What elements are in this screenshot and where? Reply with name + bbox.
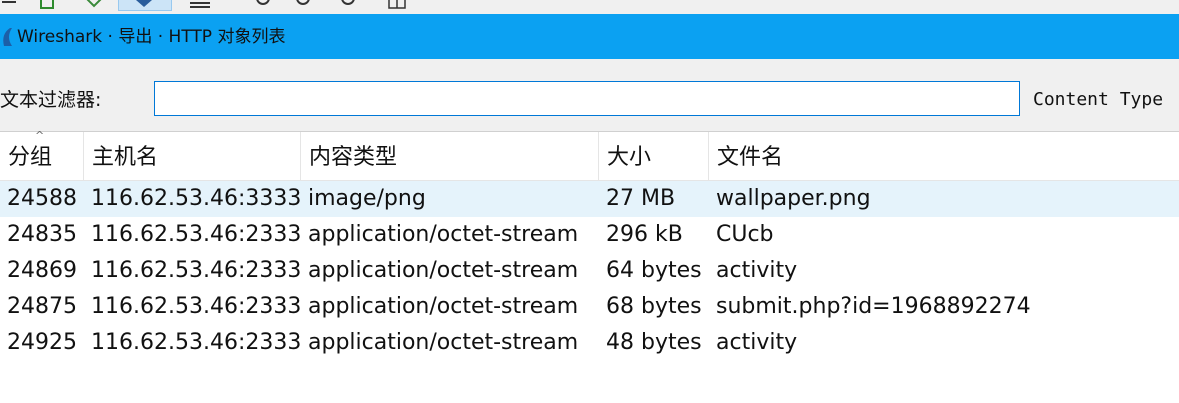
sort-ascending-icon: ^ <box>35 129 45 142</box>
content-type-cell: application/octet-stream <box>308 294 579 319</box>
filename-cell: activity <box>716 258 798 283</box>
hostname-cell: 116.62.53.46:2333 <box>91 294 302 319</box>
table-row[interactable]: 24869 116.62.53.46:2333 application/octe… <box>0 253 1179 289</box>
zoom-reset-icon[interactable] <box>340 0 360 10</box>
content-type-selector[interactable]: Content Type <box>1033 89 1163 111</box>
hostname-cell: 116.62.53.46:3333 <box>91 186 302 211</box>
zoom-out-icon[interactable] <box>295 0 315 10</box>
table-header: ^ 分组 主机名 内容类型 大小 文件名 <box>0 129 1179 181</box>
column-header-label: 文件名 <box>717 145 784 170</box>
wireshark-fin-icon <box>3 28 12 46</box>
list-icon[interactable] <box>188 0 212 10</box>
column-header-content-type[interactable]: 内容类型 <box>301 132 599 180</box>
capture-icon[interactable] <box>132 0 156 10</box>
content-type-cell: application/octet-stream <box>308 330 579 355</box>
hostname-cell: 116.62.53.46:2333 <box>91 222 302 247</box>
menu-icon[interactable] <box>0 0 20 10</box>
column-header-size[interactable]: 大小 <box>599 132 709 180</box>
table-row[interactable]: 24875 116.62.53.46:2333 application/octe… <box>0 289 1179 325</box>
filename-cell: submit.php?id=1968892274 <box>716 294 1031 319</box>
file-open-icon[interactable] <box>38 0 58 10</box>
hostname-cell: 116.62.53.46:2333 <box>91 258 302 283</box>
filename-cell: activity <box>716 330 798 355</box>
dialog-titlebar[interactable]: Wireshark · 导出 · HTTP 对象列表 <box>0 14 1179 59</box>
main-toolbar <box>0 0 1179 14</box>
packet-cell: 24925 <box>7 330 77 355</box>
packet-cell: 24588 <box>7 186 77 211</box>
column-header-label: 内容类型 <box>309 145 398 170</box>
size-cell: 64 bytes <box>606 258 702 283</box>
size-cell: 68 bytes <box>606 294 702 319</box>
table-row[interactable]: 24835 116.62.53.46:2333 application/octe… <box>0 217 1179 253</box>
text-filter-label: 文本过滤器: <box>0 89 102 111</box>
text-filter-input[interactable] <box>154 81 1020 116</box>
column-header-hostname[interactable]: 主机名 <box>84 132 301 180</box>
filter-bar: 文本过滤器: Content Type <box>0 59 1179 132</box>
size-cell: 48 bytes <box>606 330 702 355</box>
http-object-table: ^ 分组 主机名 内容类型 大小 文件名 24588 116.62.53.46:… <box>0 129 1179 403</box>
hostname-cell: 116.62.53.46:2333 <box>91 330 302 355</box>
table-row[interactable]: 24588 116.62.53.46:3333 image/png 27 MB … <box>0 181 1179 217</box>
content-type-cell: application/octet-stream <box>308 258 579 283</box>
packet-cell: 24869 <box>7 258 77 283</box>
table-row[interactable]: 24925 116.62.53.46:2333 application/octe… <box>0 325 1179 361</box>
resize-columns-icon[interactable] <box>385 0 409 10</box>
column-header-label: 主机名 <box>92 145 159 170</box>
save-file-icon[interactable] <box>82 0 106 10</box>
column-header-label: 大小 <box>607 145 652 170</box>
content-type-cell: image/png <box>308 186 426 211</box>
filename-cell: CUcb <box>716 222 774 247</box>
column-header-packet[interactable]: ^ 分组 <box>0 129 84 180</box>
packet-cell: 24875 <box>7 294 77 319</box>
dialog-title: Wireshark · 导出 · HTTP 对象列表 <box>17 27 286 47</box>
content-type-cell: application/octet-stream <box>308 222 579 247</box>
size-cell: 296 kB <box>606 222 683 247</box>
size-cell: 27 MB <box>606 186 676 211</box>
zoom-in-icon[interactable] <box>255 0 275 10</box>
column-header-filename[interactable]: 文件名 <box>709 132 1179 180</box>
column-header-label: 分组 <box>8 145 53 170</box>
filename-cell: wallpaper.png <box>716 186 871 211</box>
packet-cell: 24835 <box>7 222 77 247</box>
